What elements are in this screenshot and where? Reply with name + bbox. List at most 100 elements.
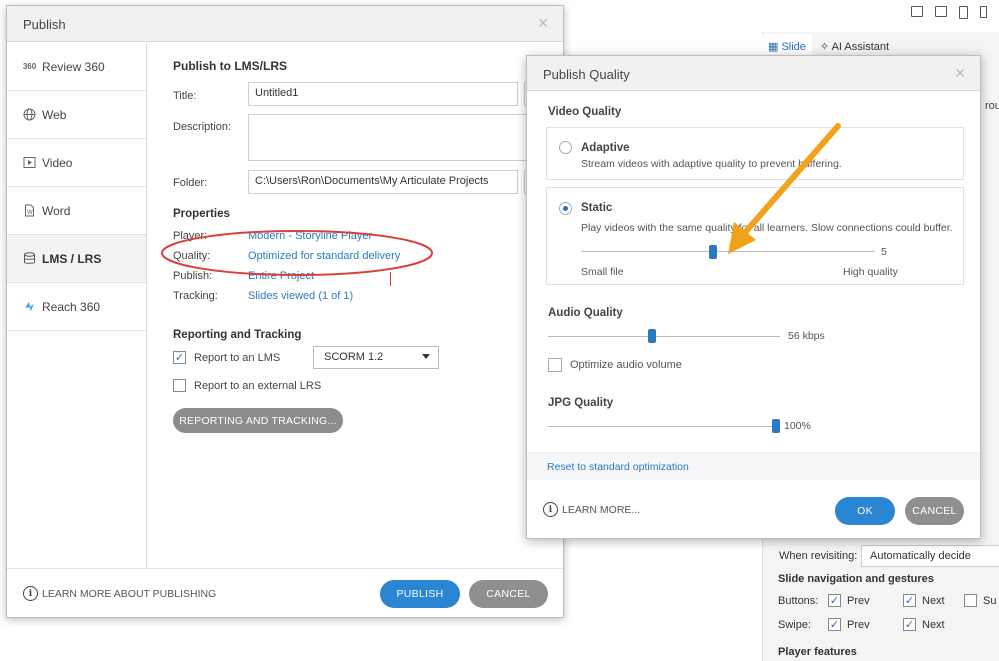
sidebar-item-word[interactable]: W Word	[7, 187, 146, 235]
audio-quality-slider[interactable]	[648, 329, 657, 343]
publish-dialog: Publish ✕ 360 Review 360 Web Video W Wor…	[6, 5, 564, 618]
close-icon[interactable]: ✕	[954, 65, 966, 82]
sidebar-item-review-360[interactable]: 360 Review 360	[7, 43, 146, 91]
title-label: Title:	[173, 90, 197, 102]
lms-standard-select[interactable]: SCORM 1.2	[313, 346, 439, 369]
static-title: Static	[581, 202, 613, 214]
swipe-prev-checkbox[interactable]: ✓	[828, 618, 841, 631]
adaptive-title: Adaptive	[581, 142, 630, 154]
when-revisiting-select[interactable]: Automatically decide	[861, 545, 999, 567]
video-quality-value: 5	[881, 246, 887, 258]
adaptive-option[interactable]: Adaptive Stream videos with adaptive qua…	[546, 127, 964, 180]
player-value[interactable]: Modern - Storyline Player	[248, 230, 372, 242]
report-lms-checkbox[interactable]: ✓	[173, 351, 186, 364]
publish-sidebar: 360 Review 360 Web Video W Word LMS / LR…	[7, 43, 147, 568]
jpg-quality-heading: JPG Quality	[548, 397, 614, 409]
ok-button[interactable]: OK	[835, 497, 895, 525]
sidebar-item-label: Word	[42, 203, 71, 218]
learn-more-link[interactable]: i LEARN MORE...	[543, 502, 640, 517]
reporting-tracking-button[interactable]: REPORTING AND TRACKING...	[173, 408, 343, 433]
review-360-icon: 360	[22, 62, 37, 71]
folder-input[interactable]: C:\Users\Ron\Documents\My Articulate Pro…	[248, 170, 518, 194]
prev-button-checkbox[interactable]: ✓	[828, 594, 841, 607]
slide-nav-heading: Slide navigation and gestures	[778, 573, 934, 585]
learn-more-publishing-label: LEARN MORE ABOUT PUBLISHING	[42, 587, 217, 600]
publish-scope-value[interactable]: Entire Project	[248, 270, 314, 282]
reset-optimization-link[interactable]: Reset to standard optimization	[547, 461, 689, 473]
tab-slide-label: Slide	[781, 41, 806, 53]
optimize-audio-checkbox[interactable]	[548, 358, 562, 372]
buttons-label: Buttons:	[778, 594, 819, 607]
report-lrs-label: Report to an external LRS	[194, 379, 322, 392]
sidebar-item-video[interactable]: Video	[7, 139, 146, 187]
adaptive-description: Stream videos with adaptive quality to p…	[581, 158, 842, 170]
video-quality-track	[581, 251, 875, 252]
submit-button-checkbox[interactable]	[964, 594, 977, 607]
properties-list: Player: Modern - Storyline Player Qualit…	[173, 230, 473, 310]
report-lms-row: ✓ Report to an LMS	[173, 351, 280, 364]
publish-footer: i LEARN MORE ABOUT PUBLISHING PUBLISH CA…	[7, 568, 563, 618]
static-option[interactable]: Static Play videos with the same quality…	[546, 187, 964, 285]
sidebar-item-reach-360[interactable]: Reach 360	[7, 283, 146, 331]
swipe-next-checkbox[interactable]: ✓	[903, 618, 916, 631]
audio-quality-value: 56 kbps	[788, 330, 825, 342]
sidebar-item-lms-lrs[interactable]: LMS / LRS	[7, 235, 146, 283]
publish-dialog-title: Publish	[23, 17, 66, 32]
publish-button[interactable]: PUBLISH	[380, 580, 460, 608]
group-label-fragment: roup	[985, 100, 999, 112]
sidebar-item-web[interactable]: Web	[7, 91, 146, 139]
quality-footer: i LEARN MORE... OK CANCEL	[527, 481, 980, 538]
close-icon[interactable]: ✕	[537, 15, 549, 32]
next-button-checkbox[interactable]: ✓	[903, 594, 916, 607]
reporting-heading: Reporting and Tracking	[173, 329, 302, 341]
info-icon: i	[543, 502, 558, 517]
quality-link[interactable]: Optimized for standard delivery	[248, 250, 400, 262]
swipe-next-label: Next	[922, 618, 945, 631]
database-icon	[23, 252, 36, 265]
report-lrs-row: Report to an external LRS	[173, 379, 321, 392]
tracking-value[interactable]: Slides viewed (1 of 1)	[248, 290, 353, 302]
audio-quality-track	[548, 336, 780, 337]
quality-dialog-header: Publish Quality ✕	[527, 56, 980, 91]
description-label: Description:	[173, 121, 232, 133]
tab-ai-assistant-label: AI Assistant	[831, 41, 890, 53]
report-lrs-checkbox[interactable]	[173, 379, 186, 392]
text-cursor	[390, 272, 391, 286]
tablet-landscape-icon[interactable]	[935, 6, 947, 17]
title-input[interactable]: Untitled1	[248, 82, 518, 106]
quality-dialog-title: Publish Quality	[543, 67, 630, 82]
sidebar-item-label: Reach 360	[42, 299, 101, 314]
lms-standard-value: SCORM 1.2	[324, 351, 384, 363]
jpg-quality-slider[interactable]	[772, 419, 780, 433]
description-input[interactable]	[248, 114, 558, 161]
word-doc-icon: W	[23, 204, 36, 217]
jpg-quality-track	[548, 426, 776, 427]
jpg-quality-value: 100%	[784, 420, 811, 432]
info-icon: i	[23, 586, 38, 601]
quality-cancel-button[interactable]: CANCEL	[905, 497, 964, 525]
phone-icon[interactable]	[980, 6, 987, 18]
swipe-row: Swipe: ✓ Prev ✓ Next	[778, 618, 945, 631]
publish-dialog-header: Publish ✕	[7, 6, 563, 42]
desktop-icon[interactable]	[911, 6, 923, 17]
reset-bar: Reset to standard optimization	[527, 452, 980, 480]
video-icon	[23, 156, 36, 169]
learn-more-publishing-link[interactable]: i LEARN MORE ABOUT PUBLISHING	[23, 586, 216, 601]
tracking-label: Tracking:	[173, 290, 218, 302]
adaptive-radio[interactable]	[559, 141, 572, 154]
publish-quality-dialog: Publish Quality ✕ Video Quality Adaptive…	[526, 55, 981, 539]
globe-icon	[23, 108, 36, 121]
svg-text:W: W	[27, 210, 33, 216]
next-button-label: Next	[922, 594, 945, 607]
video-quality-slider[interactable]	[709, 245, 718, 259]
sidebar-item-label: Video	[42, 155, 73, 170]
publish-scope-label: Publish:	[173, 270, 213, 282]
quality-label: Quality:	[173, 250, 211, 262]
tablet-portrait-icon[interactable]	[959, 6, 968, 19]
static-radio[interactable]	[559, 202, 572, 215]
cancel-button[interactable]: CANCEL	[469, 580, 548, 608]
audio-quality-heading: Audio Quality	[548, 307, 623, 319]
sidebar-item-label: LMS / LRS	[42, 251, 102, 266]
optimize-audio-row: Optimize audio volume	[548, 358, 682, 372]
submit-button-label: Su	[983, 594, 997, 607]
